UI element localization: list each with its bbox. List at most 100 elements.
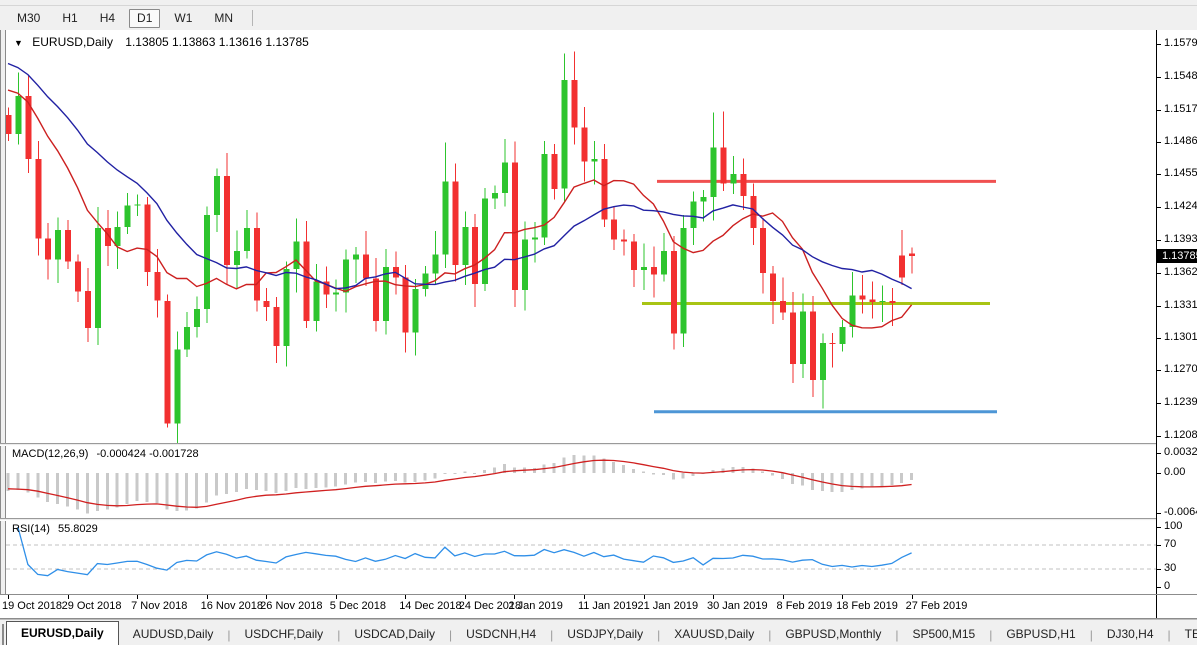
chart-tab-eurusd-daily[interactable]: EURUSD,Daily bbox=[6, 621, 119, 645]
candle bbox=[442, 181, 448, 254]
candle bbox=[581, 128, 587, 162]
chart-tab-gbpusd-h1[interactable]: GBPUSD,H1 bbox=[992, 625, 1089, 645]
candle bbox=[522, 240, 528, 291]
rsi-panel-splitter[interactable] bbox=[0, 518, 1197, 521]
candle bbox=[899, 255, 905, 277]
price-axis-label: 1.12390 bbox=[1164, 396, 1197, 408]
macd-bar bbox=[801, 473, 804, 486]
macd-panel[interactable]: MACD(12,26,9) -0.000424 -0.001728 bbox=[6, 446, 1156, 518]
macd-bar bbox=[811, 473, 814, 490]
candle bbox=[115, 227, 121, 246]
macd-axis-label-tick bbox=[1157, 473, 1161, 474]
macd-bar bbox=[424, 473, 427, 481]
macd-bar bbox=[295, 473, 298, 488]
macd-panel-splitter[interactable] bbox=[0, 443, 1197, 446]
macd-bar bbox=[781, 473, 784, 479]
chart-ohlc-values: 1.13805 1.13863 1.13616 1.13785 bbox=[125, 35, 309, 49]
chart-tab-gbpusd-monthly[interactable]: GBPUSD,Monthly bbox=[771, 625, 895, 645]
candle bbox=[790, 312, 796, 364]
chart-tab-usdcad-daily[interactable]: USDCAD,Daily bbox=[340, 625, 449, 645]
candlestick-chart-canvas bbox=[6, 30, 1156, 443]
candle bbox=[760, 228, 766, 273]
macd-bar bbox=[245, 473, 248, 489]
timeframe-button-h4[interactable]: H4 bbox=[92, 9, 123, 28]
macd-bar bbox=[56, 473, 59, 504]
chart-tab-audusd-daily[interactable]: AUDUSD,Daily bbox=[119, 625, 228, 645]
chart-tab-bar: EURUSD,DailyAUDUSD,Daily|USDCHF,Daily|US… bbox=[0, 619, 1197, 645]
chart-tab-xauusd-daily[interactable]: XAUUSD,Daily bbox=[660, 625, 768, 645]
macd-bar bbox=[493, 467, 496, 473]
macd-bar bbox=[225, 473, 228, 494]
rsi-axis-label: 0 bbox=[1164, 580, 1170, 592]
date-label: 26 Nov 2018 bbox=[260, 600, 322, 612]
price-axis-label-tick bbox=[1157, 436, 1161, 437]
chart-bottom-border bbox=[0, 618, 1197, 619]
candle bbox=[671, 251, 677, 333]
macd-bar bbox=[384, 473, 387, 482]
rsi-axis-label: 30 bbox=[1164, 562, 1176, 574]
chart-tab-usdcnh-h4[interactable]: USDCNH,H4 bbox=[452, 625, 550, 645]
macd-bar bbox=[334, 473, 337, 487]
macd-bar bbox=[473, 473, 476, 474]
chart-tab-usdjpy-daily[interactable]: USDJPY,Daily bbox=[553, 625, 657, 645]
chart-tab-sp500-m15[interactable]: SP500,M15 bbox=[899, 625, 990, 645]
macd-bar bbox=[86, 473, 89, 513]
timeframe-button-w1[interactable]: W1 bbox=[166, 9, 200, 28]
timeframe-button-mn[interactable]: MN bbox=[206, 9, 241, 28]
macd-bar bbox=[265, 473, 268, 491]
macd-bar bbox=[96, 473, 99, 511]
macd-bar bbox=[861, 473, 864, 488]
candle bbox=[661, 251, 667, 274]
candle bbox=[631, 242, 637, 271]
date-label: 27 Feb 2019 bbox=[906, 600, 968, 612]
price-axis-label-tick bbox=[1157, 370, 1161, 371]
main-chart-area[interactable]: ▼ EURUSD,Daily 1.13805 1.13863 1.13616 1… bbox=[6, 30, 1156, 443]
macd-bar bbox=[831, 473, 834, 492]
macd-axis-label-tick bbox=[1157, 513, 1161, 514]
macd-bar bbox=[235, 473, 238, 492]
rsi-axis-label-tick bbox=[1157, 587, 1161, 588]
macd-label: MACD(12,26,9) -0.000424 -0.001728 bbox=[12, 448, 199, 460]
macd-values: -0.000424 -0.001728 bbox=[96, 448, 198, 460]
price-axis-label-tick bbox=[1157, 403, 1161, 404]
timeframe-button-d1[interactable]: D1 bbox=[129, 9, 160, 28]
price-axis-label-tick bbox=[1157, 240, 1161, 241]
price-axis-label: 1.14555 bbox=[1164, 167, 1197, 179]
time-axis[interactable]: 19 Oct 201829 Oct 20187 Nov 201816 Nov 2… bbox=[0, 595, 1197, 618]
candle bbox=[780, 301, 786, 313]
macd-bar bbox=[394, 473, 397, 481]
candle bbox=[274, 307, 280, 346]
date-label: 29 Oct 2018 bbox=[62, 600, 122, 612]
date-tick bbox=[713, 595, 714, 599]
date-tick bbox=[266, 595, 267, 599]
macd-bar bbox=[175, 473, 178, 511]
rsi-panel[interactable]: RSI(14) 55.8029 bbox=[6, 521, 1156, 594]
price-axis-label: 1.12700 bbox=[1164, 363, 1197, 375]
macd-bar bbox=[592, 456, 595, 474]
chart-tab-tech100-h1[interactable]: TECH100,H1 bbox=[1171, 625, 1197, 645]
candle bbox=[820, 343, 826, 380]
macd-axis-label: 0.00 bbox=[1164, 466, 1185, 478]
macd-bar bbox=[434, 473, 437, 479]
candle bbox=[830, 343, 836, 344]
candle bbox=[423, 273, 429, 289]
candle bbox=[433, 254, 439, 273]
chart-tab-dj30-h4[interactable]: DJ30,H4 bbox=[1093, 625, 1168, 645]
macd-bar bbox=[136, 473, 139, 501]
price-axis-label-tick bbox=[1157, 338, 1161, 339]
candle bbox=[711, 148, 717, 198]
ma-slow-blue bbox=[8, 64, 912, 289]
candle bbox=[462, 227, 468, 265]
chart-tab-usdchf-daily[interactable]: USDCHF,Daily bbox=[231, 625, 338, 645]
candle bbox=[95, 228, 101, 328]
candle bbox=[363, 254, 369, 278]
macd-bar bbox=[443, 473, 446, 474]
candle bbox=[373, 279, 379, 321]
macd-bar bbox=[731, 467, 734, 473]
price-axis[interactable]: 1.157901.154801.151701.148601.145551.142… bbox=[1156, 30, 1197, 618]
candle bbox=[721, 148, 727, 184]
macd-bar bbox=[771, 473, 774, 476]
timeframe-button-m30[interactable]: M30 bbox=[9, 9, 48, 28]
price-axis-label: 1.12080 bbox=[1164, 429, 1197, 441]
timeframe-button-h1[interactable]: H1 bbox=[54, 9, 85, 28]
